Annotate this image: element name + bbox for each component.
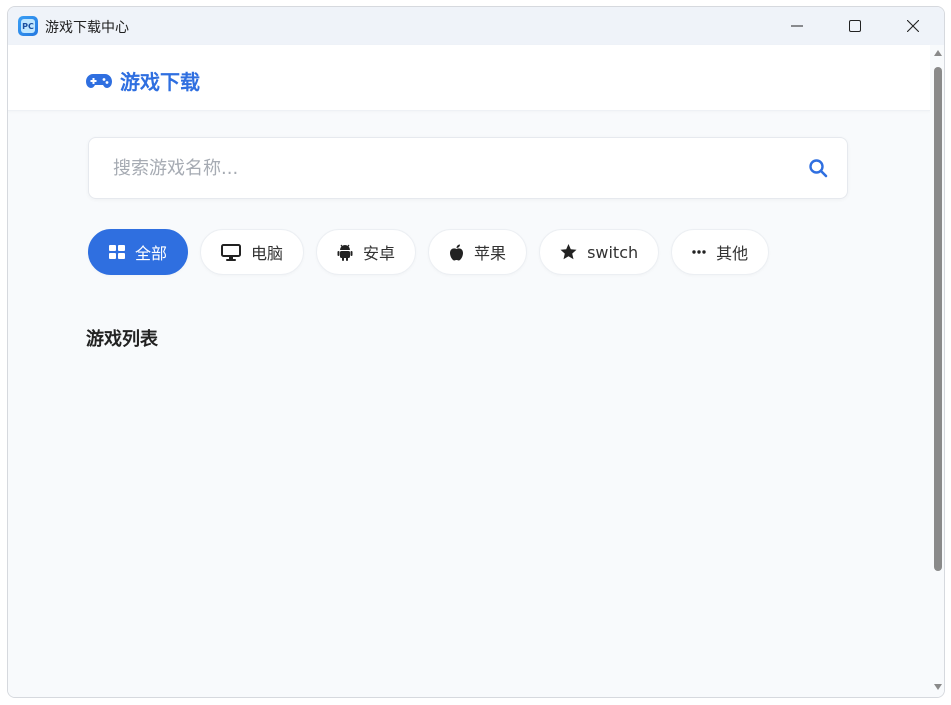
scroll-up-icon[interactable] (934, 49, 942, 57)
filter-switch[interactable]: switch (539, 229, 660, 275)
close-button[interactable] (884, 7, 942, 45)
page-header: 游戏下载 (8, 45, 930, 111)
close-icon (907, 20, 919, 32)
search-icon (809, 159, 828, 178)
filter-other[interactable]: 其他 (671, 229, 770, 275)
filter-pc[interactable]: 电脑 (200, 229, 305, 275)
maximize-button[interactable] (826, 7, 884, 45)
title-bar[interactable]: PC 游戏下载中心 (8, 7, 944, 45)
search-input[interactable] (89, 138, 789, 198)
scroll-down-icon[interactable] (934, 683, 942, 691)
gamepad-icon (86, 73, 112, 88)
app-icon-label: PC (21, 19, 35, 33)
maximize-icon (849, 20, 861, 32)
brand[interactable]: 游戏下载 (86, 66, 200, 95)
filter-all[interactable]: 全部 (88, 229, 189, 275)
filter-label: switch (587, 242, 639, 262)
scrollbar-thumb[interactable] (934, 67, 942, 571)
grid-icon (109, 245, 125, 259)
brand-title: 游戏下载 (120, 70, 200, 94)
filter-apple[interactable]: 苹果 (428, 229, 528, 275)
filter-label: 苹果 (474, 244, 507, 263)
search-box (88, 137, 848, 199)
apple-icon (450, 244, 464, 261)
star-icon (560, 244, 577, 260)
more-icon (692, 250, 706, 254)
monitor-icon (221, 243, 242, 261)
app-icon: PC (18, 16, 38, 36)
minimize-icon (791, 25, 803, 27)
minimize-button[interactable] (768, 7, 826, 45)
vertical-scrollbar[interactable] (930, 45, 944, 697)
filter-label: 其他 (716, 244, 749, 263)
game-list-title: 游戏列表 (86, 329, 158, 350)
search-button[interactable] (807, 157, 829, 179)
app-window: PC 游戏下载中心 游戏下载 搜索游戏名称... 全部 电脑 安卓 苹果 swi… (7, 6, 945, 698)
filter-label: 电脑 (251, 244, 284, 263)
android-icon (337, 244, 353, 261)
filter-label: 安卓 (363, 244, 396, 263)
filter-label: 全部 (135, 244, 168, 263)
filter-android[interactable]: 安卓 (316, 229, 417, 275)
platform-filters: 全部 电脑 安卓 苹果 switch 其他 (88, 229, 770, 275)
window-title: 游戏下载中心 (45, 20, 129, 36)
main-content: 游戏下载 全部 (8, 45, 930, 697)
